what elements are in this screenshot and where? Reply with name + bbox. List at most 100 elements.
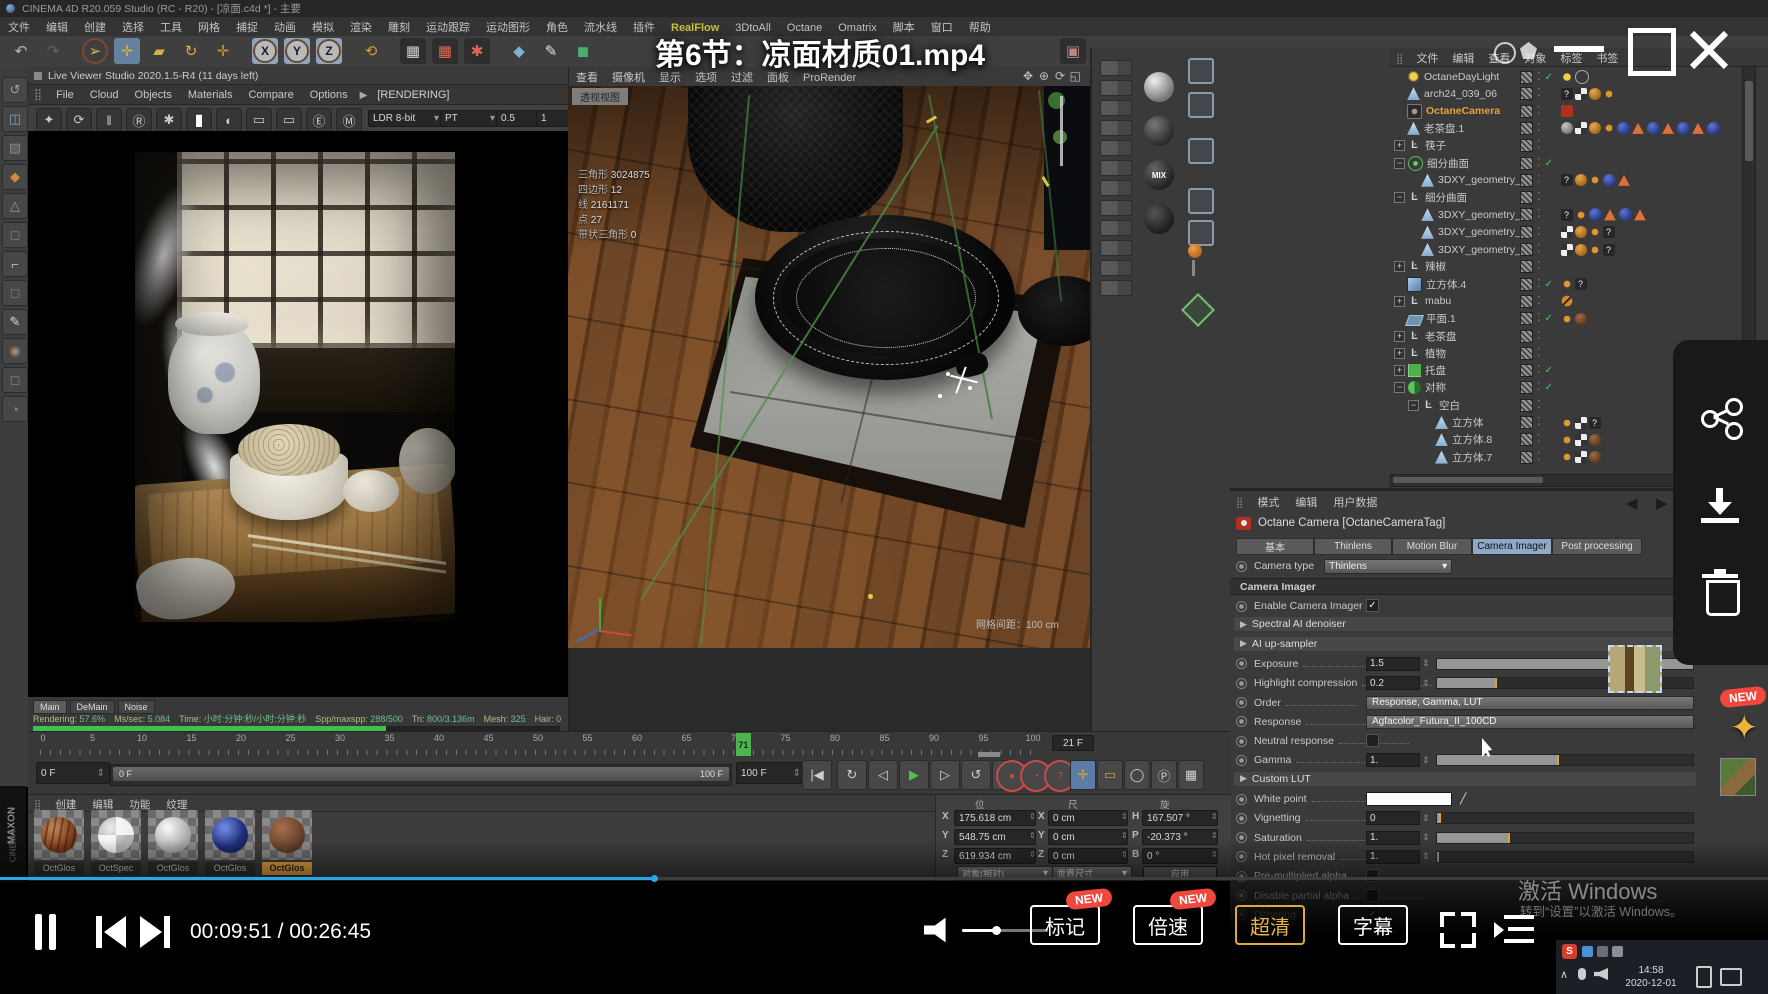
sculpt-icon[interactable]: ◉: [2, 338, 28, 364]
prev-key-icon[interactable]: ◁: [868, 760, 898, 790]
lv-settings-icon[interactable]: ✱: [156, 108, 182, 132]
odot-tag-icon[interactable]: [1589, 226, 1601, 238]
anim-dot-icon[interactable]: [1236, 697, 1247, 708]
q-tag-icon[interactable]: ?: [1603, 226, 1615, 238]
object-row[interactable]: arch24_039_06⁚?: [1390, 85, 1756, 102]
lv-menu-compare[interactable]: Compare: [240, 87, 301, 103]
layer-icon[interactable]: [1520, 157, 1533, 170]
viewport-canvas[interactable]: 网格间距：100 cm 三角形 3024875四边形 12线 2161171点 …: [568, 86, 1090, 648]
pin-icon[interactable]: ✦: [1730, 708, 1759, 748]
object-row[interactable]: −细分曲面⁚✓: [1390, 155, 1756, 172]
menu-item-动画[interactable]: 动画: [266, 17, 304, 37]
maximize-icon[interactable]: [1628, 28, 1676, 76]
brown-tag-icon[interactable]: [1575, 313, 1587, 325]
coord-system-icon[interactable]: ⟲: [358, 38, 384, 64]
am-row-gamma[interactable]: Gamma1.⇕: [1236, 752, 1696, 768]
odot-tag-icon[interactable]: [1589, 174, 1601, 186]
phong-tag-icon[interactable]: [1575, 244, 1587, 256]
checkbox[interactable]: [1366, 734, 1379, 747]
object-row[interactable]: −Ŀ细分曲面⁚: [1390, 189, 1756, 206]
next-key-icon[interactable]: ▷: [930, 760, 960, 790]
goto-start-icon[interactable]: |◀: [802, 760, 832, 790]
expander-icon[interactable]: +: [1394, 296, 1405, 307]
lv-add-icon[interactable]: ▭: [276, 108, 302, 132]
menu-item-编辑[interactable]: 编辑: [38, 17, 76, 37]
slash-tag-icon[interactable]: [1561, 295, 1573, 307]
timeline-playhead[interactable]: 71: [736, 733, 751, 756]
solo-icon[interactable]: ◻: [2, 367, 28, 393]
visibility-dots-icon[interactable]: ⁚: [1537, 400, 1541, 411]
anim-dot-icon[interactable]: [1236, 755, 1247, 766]
object-row[interactable]: OctaneCamera⁚: [1390, 103, 1756, 120]
tri-tag-icon[interactable]: [1662, 122, 1675, 135]
texture-mode-icon[interactable]: ▨: [2, 135, 28, 161]
visibility-dots-icon[interactable]: ⁚: [1537, 279, 1541, 290]
expander-icon[interactable]: +: [1394, 140, 1405, 151]
tri-tag-icon[interactable]: [1632, 122, 1645, 135]
lv-refresh-icon[interactable]: ⟳: [66, 108, 92, 132]
object-row[interactable]: 平面.1⁚✓: [1390, 310, 1756, 327]
record-parameter-icon[interactable]: Ⓟ: [1151, 760, 1177, 790]
layer-icon[interactable]: [1520, 243, 1533, 256]
render-settings-icon[interactable]: ✱: [464, 38, 490, 64]
menu-item-捕捉[interactable]: 捕捉: [228, 17, 266, 37]
palette-sphere-dark2-icon[interactable]: [1144, 204, 1174, 234]
visibility-dots-icon[interactable]: ⁚: [1537, 158, 1541, 169]
lv-menu-options[interactable]: Options: [302, 87, 356, 103]
enabled-check-icon[interactable]: ✓: [1545, 313, 1555, 324]
play-icon[interactable]: ▶: [899, 760, 929, 790]
checker-tag-icon[interactable]: [1561, 244, 1573, 256]
lv-flash-icon[interactable]: ✦: [36, 108, 62, 132]
tri-tag-icon[interactable]: [1618, 174, 1631, 187]
phong-tag-icon[interactable]: [1575, 174, 1587, 186]
checker-tag-icon[interactable]: [1575, 434, 1587, 446]
brown-tag-icon[interactable]: [1589, 451, 1601, 463]
visibility-dots-icon[interactable]: ⁚: [1537, 244, 1541, 255]
share-icon[interactable]: [1701, 398, 1739, 436]
loop-icon[interactable]: ↺: [961, 760, 991, 790]
anim-dot-icon[interactable]: [1236, 794, 1247, 805]
volume-icon[interactable]: [924, 916, 954, 944]
visibility-dots-icon[interactable]: ⁚: [1537, 417, 1541, 428]
tray-notification-icon[interactable]: [1720, 968, 1742, 986]
visibility-dots-icon[interactable]: ⁚: [1537, 382, 1541, 393]
layer-icon[interactable]: [1520, 105, 1533, 118]
palette-slot-icon[interactable]: [1100, 120, 1132, 136]
tri-tag-icon[interactable]: [1604, 208, 1617, 221]
scale-icon[interactable]: ▰: [146, 38, 172, 64]
odot-tag-icon[interactable]: [1561, 434, 1573, 446]
q-tag-icon[interactable]: ?: [1561, 209, 1573, 221]
layer-icon[interactable]: [1520, 278, 1533, 291]
expander-icon[interactable]: −: [1394, 382, 1405, 393]
visibility-dots-icon[interactable]: ⁚: [1537, 434, 1541, 445]
points-mode-icon[interactable]: △: [2, 193, 28, 219]
anim-dot-icon[interactable]: [1236, 561, 1247, 572]
menu-item-网格[interactable]: 网格: [190, 17, 228, 37]
navy-tag-icon[interactable]: [1589, 208, 1602, 221]
edges-mode-icon[interactable]: ◻: [2, 222, 28, 248]
expander-icon[interactable]: +: [1394, 261, 1405, 272]
odot-tag-icon[interactable]: [1603, 88, 1615, 100]
target-tag-icon[interactable]: [1575, 70, 1589, 84]
expander-icon[interactable]: −: [1394, 158, 1405, 169]
palette-target-icon[interactable]: [1188, 220, 1214, 246]
download-icon[interactable]: [1701, 488, 1739, 526]
minimize-icon[interactable]: [1554, 46, 1604, 52]
sunb-tag-icon[interactable]: [1561, 71, 1573, 83]
checker-tag-icon[interactable]: [1575, 122, 1587, 134]
slider[interactable]: [1436, 812, 1694, 824]
q-tag-icon[interactable]: ?: [1575, 278, 1587, 290]
convert-object-icon[interactable]: ↺: [2, 77, 28, 103]
spinner-icon[interactable]: ⇕: [1029, 812, 1036, 821]
palette-slot-icon[interactable]: [1100, 140, 1132, 156]
q-tag-icon[interactable]: ?: [1561, 174, 1573, 186]
am-menu-用户数据[interactable]: 用户数据: [1325, 492, 1385, 512]
side-thumbnail[interactable]: [1720, 758, 1756, 796]
coord-field[interactable]: 175.618 cm: [954, 810, 1036, 826]
visibility-dots-icon[interactable]: ⁚: [1537, 140, 1541, 151]
object-row[interactable]: +Ŀ辣椒⁚: [1390, 258, 1756, 275]
trash-icon[interactable]: [1702, 572, 1738, 612]
checker-tag-icon[interactable]: [1575, 417, 1587, 429]
z-axis-icon[interactable]: Z: [316, 38, 342, 64]
layer-icon[interactable]: [1520, 139, 1533, 152]
